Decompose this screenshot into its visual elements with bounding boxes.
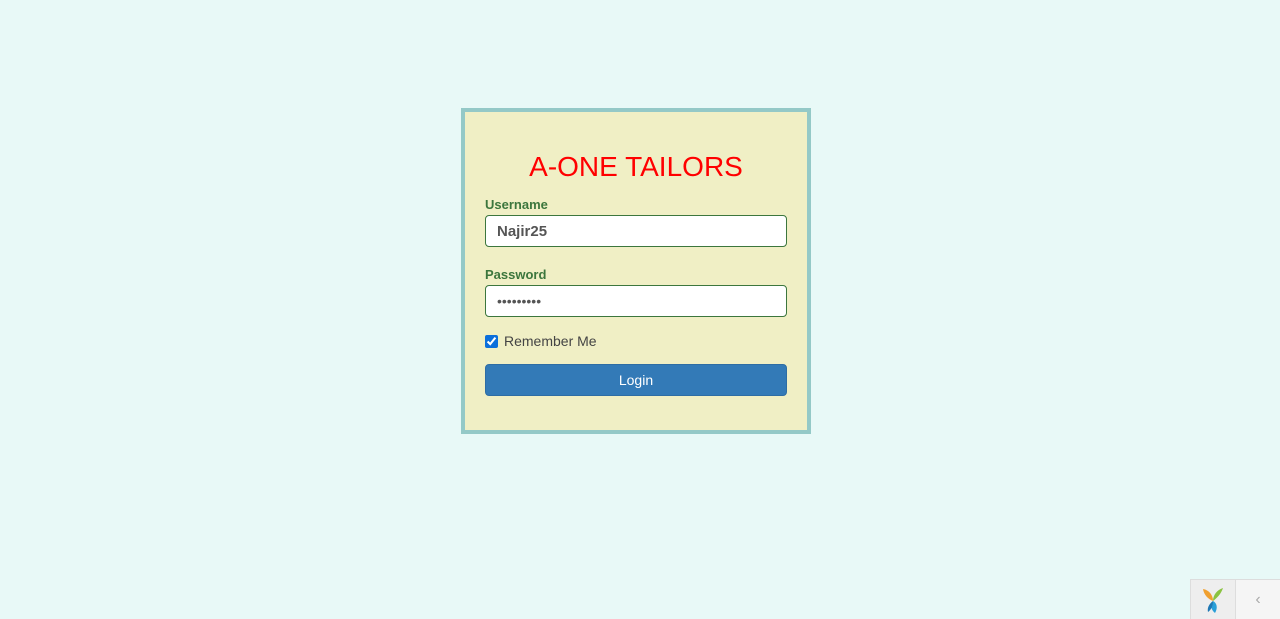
username-input[interactable] xyxy=(485,215,787,247)
username-label: Username xyxy=(485,197,548,212)
yii-logo-icon[interactable] xyxy=(1191,580,1236,619)
yii-logo-svg xyxy=(1203,587,1223,613)
password-label: Password xyxy=(485,267,547,282)
chevron-left-icon[interactable]: ‹ xyxy=(1236,580,1280,619)
brand-title: A-ONE TAILORS xyxy=(529,151,743,182)
remember-me-label[interactable]: Remember Me xyxy=(504,333,597,349)
login-box: A-ONE TAILORS Username Password Remember… xyxy=(461,108,811,434)
login-button[interactable]: Login xyxy=(485,364,787,396)
remember-me-checkbox[interactable] xyxy=(485,334,498,348)
remember-me-row[interactable]: Remember Me xyxy=(485,333,597,349)
debug-toolbar: ‹ xyxy=(1190,579,1280,619)
password-input[interactable] xyxy=(485,285,787,317)
login-page: A-ONE TAILORS Username Password Remember… xyxy=(0,0,1280,619)
